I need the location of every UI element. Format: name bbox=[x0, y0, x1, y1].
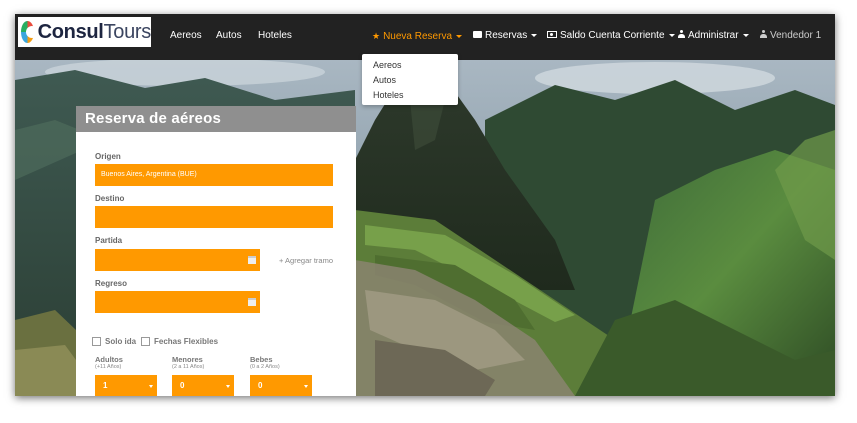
solo-ida-label: Solo ida bbox=[105, 337, 137, 346]
chevron-down-icon bbox=[742, 33, 749, 37]
dropdown-item-autos[interactable]: Autos bbox=[373, 74, 396, 87]
menores-sublabel: (2 a 11 Años) bbox=[172, 364, 205, 370]
money-icon bbox=[547, 30, 557, 38]
briefcase-icon bbox=[473, 30, 482, 38]
nav-autos[interactable]: Autos bbox=[216, 14, 242, 60]
origen-label: Origen bbox=[95, 152, 121, 161]
nav-administrar-label: Administrar bbox=[688, 30, 739, 41]
nav-saldo-label: Saldo Cuenta Corriente bbox=[560, 30, 665, 41]
adultos-select[interactable]: 1 bbox=[95, 375, 157, 396]
chevron-down-icon bbox=[304, 385, 308, 388]
adultos-sublabel: (+11 Años) bbox=[95, 364, 122, 370]
destino-input[interactable] bbox=[95, 206, 333, 228]
fechas-flexibles-label: Fechas Flexibles bbox=[154, 337, 219, 346]
bebes-sublabel: (0 a 2 Años) bbox=[250, 364, 280, 370]
chevron-down-icon bbox=[456, 34, 462, 38]
nav-saldo[interactable]: Saldo Cuenta Corriente bbox=[547, 14, 675, 60]
nav-user[interactable]: Vendedor 1 bbox=[760, 14, 821, 60]
solo-ida-checkbox[interactable]: Solo ida bbox=[92, 337, 136, 346]
dropdown-item-hoteles[interactable]: Hoteles bbox=[373, 89, 404, 102]
nav-nueva-reserva-label: Nueva Reserva bbox=[383, 31, 452, 42]
bebes-select[interactable]: 0 bbox=[250, 375, 312, 396]
app-window: ConsulTours Aereos Autos Hoteles ★ Nueva … bbox=[15, 14, 835, 396]
nueva-reserva-dropdown: Aereos Autos Hoteles bbox=[362, 54, 458, 105]
fechas-flexibles-checkbox[interactable]: Fechas Flexibles bbox=[141, 337, 218, 346]
panel-title: Reserva de aéreos bbox=[76, 106, 356, 132]
origen-input[interactable]: Buenos Aires, Argentina (BUE) bbox=[95, 164, 333, 186]
partida-date-input[interactable] bbox=[95, 249, 260, 271]
nav-user-label: Vendedor 1 bbox=[770, 30, 822, 41]
logo-text: ConsulTours bbox=[37, 20, 152, 43]
regreso-date-input[interactable] bbox=[95, 291, 260, 313]
logo-mark-icon bbox=[21, 21, 38, 43]
dropdown-item-aereos[interactable]: Aereos bbox=[373, 59, 402, 72]
chevron-down-icon bbox=[226, 385, 230, 388]
chevron-down-icon bbox=[668, 33, 675, 37]
checkbox-box[interactable] bbox=[92, 337, 101, 346]
consultours-logo[interactable]: ConsulTours bbox=[18, 17, 151, 47]
adultos-value: 1 bbox=[103, 381, 108, 390]
nav-aereos[interactable]: Aereos bbox=[170, 14, 202, 60]
calendar-icon[interactable] bbox=[248, 298, 256, 306]
menores-value: 0 bbox=[180, 381, 185, 390]
chevron-down-icon bbox=[531, 33, 538, 37]
adultos-label: Adultos bbox=[95, 355, 123, 364]
calendar-icon[interactable] bbox=[248, 256, 256, 264]
user-icon bbox=[760, 30, 767, 39]
star-icon: ★ bbox=[372, 31, 381, 41]
destino-label: Destino bbox=[95, 194, 125, 203]
regreso-label: Regreso bbox=[95, 279, 128, 288]
nav-reservas[interactable]: Reservas bbox=[473, 14, 538, 60]
menores-label: Menores bbox=[172, 355, 203, 364]
partida-label: Partida bbox=[95, 236, 123, 245]
menores-select[interactable]: 0 bbox=[172, 375, 234, 396]
nav-reservas-label: Reservas bbox=[485, 30, 528, 41]
reserva-aereos-panel: Reserva de aéreos Origen Buenos Aires, A… bbox=[76, 106, 356, 396]
user-icon bbox=[678, 30, 685, 39]
bebes-label: Bebes bbox=[250, 355, 273, 364]
nav-administrar[interactable]: Administrar bbox=[678, 14, 749, 60]
bebes-value: 0 bbox=[258, 381, 263, 390]
agregar-tramo-link[interactable]: + Agregar tramo bbox=[279, 256, 333, 265]
nav-hoteles[interactable]: Hoteles bbox=[258, 14, 292, 60]
checkbox-box[interactable] bbox=[141, 337, 150, 346]
chevron-down-icon bbox=[149, 385, 153, 388]
